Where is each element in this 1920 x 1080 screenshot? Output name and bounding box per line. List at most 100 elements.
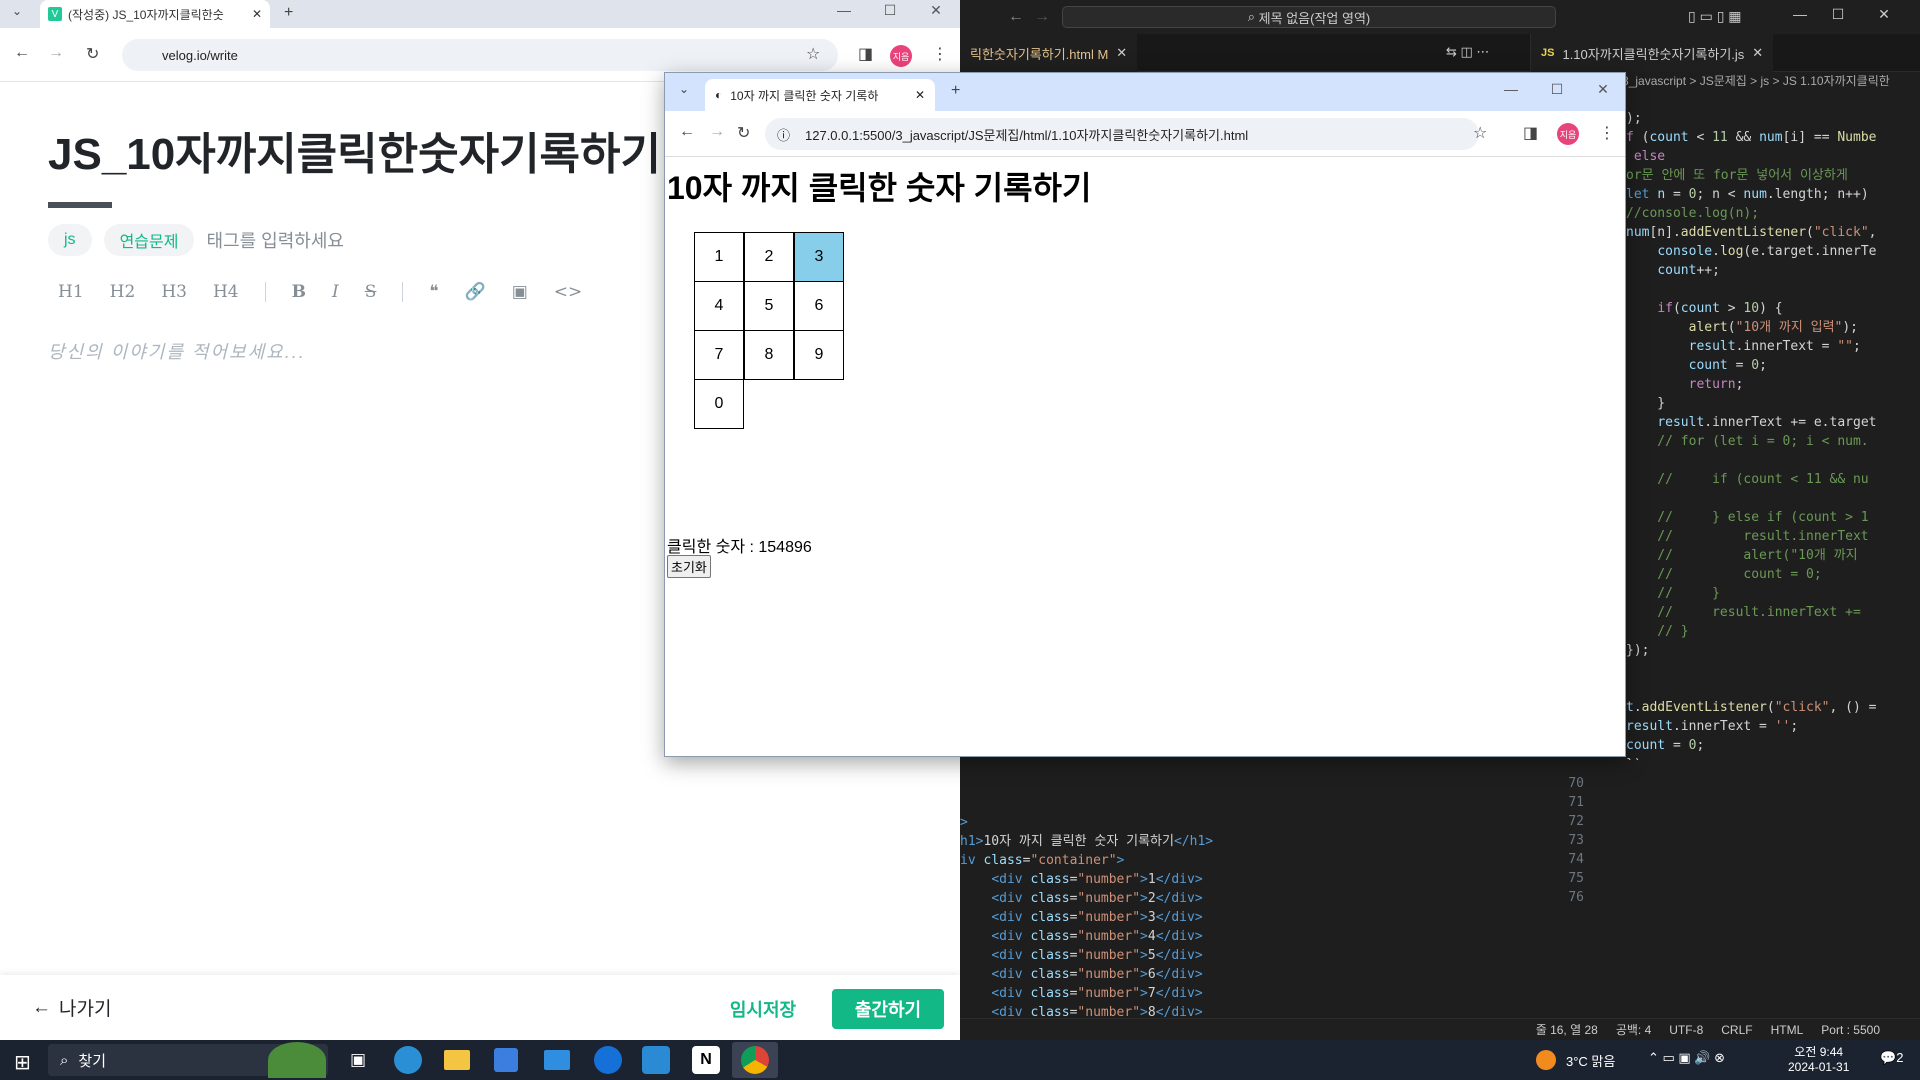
reload-icon[interactable]: ↻ [737,123,750,143]
encoding-setting[interactable]: UTF-8 [1669,1023,1703,1037]
html-code-editor[interactable]: > h1>10자 까지 클릭한 숫자 기록하기</h1> iv class="c… [960,794,1420,1018]
strikethrough-icon[interactable]: S [365,282,377,302]
publish-button[interactable]: 출간하기 [832,989,944,1029]
avatar[interactable]: 지음 [890,45,912,67]
minimize-icon[interactable]: — [1780,6,1820,22]
preview-url-field[interactable]: ⓘ 127.0.0.1:5500/3_javascript/JS문제집/html… [765,118,1479,150]
close-window-icon[interactable]: ✕ [1583,81,1623,98]
reset-button[interactable]: 초기화 [667,555,711,578]
number-cell[interactable]: 2 [744,232,794,282]
app-star-icon[interactable] [594,1046,622,1074]
maximize-icon[interactable]: ☐ [1818,6,1858,23]
back-icon[interactable]: ← [14,44,30,62]
back-icon[interactable]: ← [1008,8,1024,26]
new-tab-icon[interactable]: + [951,82,960,100]
menu-kebab-icon[interactable]: ⋮ [1599,123,1615,143]
js-code-editor[interactable]: ); f (count < 11 && num[i] == Numbe else… [1626,90,1896,760]
maximize-icon[interactable]: ☐ [1537,81,1577,98]
image-icon[interactable]: ▣ [512,282,528,302]
tag-chip-practice[interactable]: 연습문제 [103,224,195,256]
close-window-icon[interactable]: ✕ [1864,6,1904,23]
avatar[interactable]: 지음 [1557,123,1579,145]
cursor-position[interactable]: 줄 16, 열 28 [1536,1021,1598,1038]
menu-kebab-icon[interactable]: ⋮ [932,44,948,64]
vscode-taskbar-icon[interactable] [642,1046,670,1074]
forward-icon[interactable]: → [48,44,64,62]
number-cell[interactable]: 9 [794,330,844,380]
vscode-tab-bar: 릭한숫자기록하기.html M ✕ ⇆ ◫ ⋯ JS 1.10자까지클릭한숫자기록… [960,34,1920,72]
link-icon[interactable]: 🔗 [465,282,486,302]
tag-chip-js[interactable]: js [48,224,92,256]
bookmark-star-icon[interactable]: ☆ [806,44,820,64]
number-cell-active[interactable]: 3 [794,232,844,282]
bold-icon[interactable]: B [292,282,306,302]
codeblock-icon[interactable]: <> [554,282,583,302]
heading3-button[interactable]: H3 [161,282,187,302]
sidepanel-icon[interactable]: ◨ [858,44,873,64]
js-file-tab[interactable]: JS 1.10자까지클릭한숫자기록하기.js ✕ [1530,34,1774,72]
title-divider [48,202,112,208]
layout-icon[interactable]: ▯ ▭ ▯ ▦ [1688,8,1742,25]
clock[interactable]: 오전 9:44 2024-01-31 [1788,1043,1849,1074]
number-cell[interactable]: 8 [744,330,794,380]
reload-icon[interactable]: ↻ [86,44,99,64]
number-cell[interactable]: 5 [744,281,794,331]
language-mode[interactable]: HTML [1771,1023,1804,1037]
tab-list-chevron-icon[interactable]: ⌄ [12,4,22,18]
tag-input[interactable]: 태그를 입력하세요 [206,227,343,253]
forward-icon[interactable]: → [709,123,725,141]
split-editor-icon[interactable]: ⇆ ◫ ⋯ [1446,44,1489,60]
close-tab-icon[interactable]: ✕ [252,7,262,21]
close-tab-icon[interactable]: ✕ [1752,45,1763,61]
preview-tab[interactable]: ◐ 10자 까지 클릭한 숫자 기록하 ✕ [705,79,935,111]
heading1-button[interactable]: H1 [58,282,84,302]
eol-setting[interactable]: CRLF [1721,1023,1752,1037]
number-cell[interactable]: 6 [794,281,844,331]
number-cell[interactable]: 0 [694,379,744,429]
breadcrumb[interactable]: 3_javascript > JS문제집 > js > JS 1.10자까지클릭… [1622,72,1892,89]
heading2-button[interactable]: H2 [110,282,136,302]
store-icon[interactable] [494,1048,518,1072]
notion-icon[interactable]: N [692,1046,720,1074]
new-tab-icon[interactable]: + [284,4,293,22]
save-draft-button[interactable]: 임시저장 [718,989,808,1029]
minimize-icon[interactable]: — [1491,81,1531,97]
minimize-icon[interactable]: — [824,2,864,18]
edge-icon[interactable] [394,1046,422,1074]
post-title-input[interactable]: JS_10자까지클릭한숫자기록하기 [48,118,668,182]
windows-start-icon[interactable]: ⊞ [14,1050,31,1075]
exit-button[interactable]: ← 나가기 [32,994,111,1021]
notification-icon[interactable]: 💬2 [1880,1050,1903,1066]
close-tab-icon[interactable]: ✕ [915,88,925,102]
task-view-icon[interactable]: ▣ [350,1050,366,1070]
clock-time: 오전 9:44 [1794,1045,1844,1059]
body-editor[interactable]: 당신의 이야기를 적어보세요... [48,338,306,364]
forward-icon[interactable]: → [1034,8,1050,26]
html-file-tab[interactable]: 릭한숫자기록하기.html M ✕ [960,34,1138,72]
velog-url-field[interactable]: velog.io/write [122,39,838,71]
mail-icon[interactable] [544,1050,570,1070]
weather-text[interactable]: 3°C 맑음 [1566,1051,1615,1070]
sidepanel-icon[interactable]: ◨ [1523,123,1538,143]
number-cell[interactable]: 4 [694,281,744,331]
quote-icon[interactable]: ❝ [429,282,438,302]
close-tab-icon[interactable]: ✕ [1116,45,1127,61]
bookmark-star-icon[interactable]: ☆ [1473,123,1487,143]
command-center-search[interactable]: ⌕ 제목 없음(작업 영역) [1062,6,1556,28]
maximize-icon[interactable]: ☐ [870,2,910,19]
back-icon[interactable]: ← [679,123,695,141]
search-highlight-image [268,1042,326,1078]
close-window-icon[interactable]: ✕ [916,2,956,19]
heading4-button[interactable]: H4 [213,282,239,302]
tab-list-chevron-icon[interactable]: ⌄ [679,82,689,96]
velog-tab[interactable]: V (작성중) JS_10자까지클릭한숫 ✕ [40,0,270,28]
live-server-port[interactable]: Port : 5500 [1821,1023,1880,1037]
number-cell[interactable]: 1 [694,232,744,282]
italic-icon[interactable]: I [332,282,339,302]
indent-setting[interactable]: 공백: 4 [1616,1021,1651,1038]
file-explorer-icon[interactable] [444,1050,470,1070]
system-tray-icons[interactable]: ⌃ ▭ ▣ 🔊 ⊗ [1648,1050,1725,1066]
site-info-icon[interactable]: ⓘ [777,125,790,144]
number-cell[interactable]: 7 [694,330,744,380]
arrow-left-icon: ← [32,996,51,1018]
